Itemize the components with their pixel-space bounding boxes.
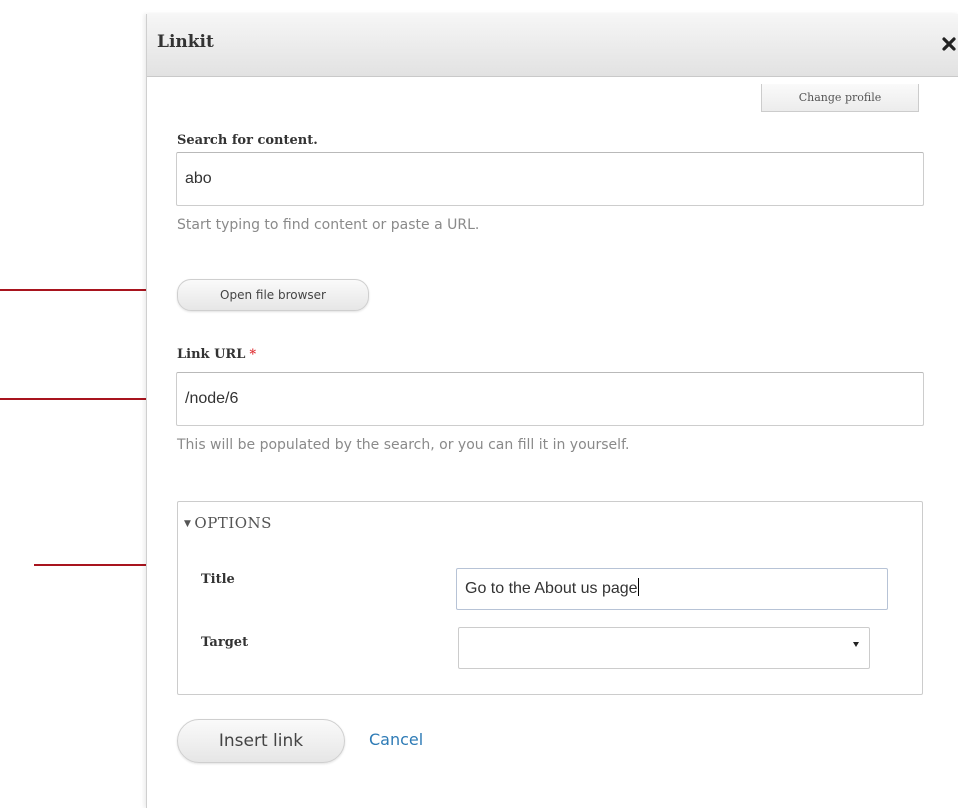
caret-down-icon: ▼ — [184, 519, 192, 529]
dialog-title: Linkit — [157, 32, 214, 52]
target-select[interactable] — [458, 627, 870, 669]
link-url-label: Link URL * — [177, 347, 256, 362]
title-input-value: Go to the About us page — [465, 580, 638, 597]
cancel-link[interactable]: Cancel — [369, 730, 423, 749]
target-label: Target — [201, 635, 249, 650]
title-input[interactable]: Go to the About us page — [456, 568, 888, 610]
search-input[interactable] — [176, 152, 924, 206]
link-url-description: This will be populated by the search, or… — [177, 437, 630, 453]
required-marker: * — [249, 347, 257, 362]
title-label: Title — [201, 572, 235, 587]
dialog-titlebar: Linkit — [147, 14, 958, 77]
search-label: Search for content. — [177, 133, 318, 148]
change-profile-button[interactable]: Change profile — [761, 84, 919, 112]
link-url-input[interactable] — [176, 372, 924, 426]
dropdown-arrow-icon — [853, 642, 859, 647]
screenshot-stage: Linkit Change profile Search for content… — [0, 0, 958, 808]
text-cursor — [637, 578, 639, 596]
insert-link-button[interactable]: Insert link — [177, 719, 345, 763]
linkit-dialog: Linkit Change profile Search for content… — [146, 14, 958, 808]
options-legend: OPTIONS — [194, 514, 272, 532]
search-description: Start typing to find content or paste a … — [177, 217, 480, 233]
options-fieldset: ▼ OPTIONS Title Go to the About us page T… — [177, 501, 923, 695]
link-url-label-text: Link URL — [177, 347, 246, 362]
open-file-browser-button[interactable]: Open file browser — [177, 279, 369, 311]
close-icon[interactable] — [941, 36, 957, 52]
options-toggle[interactable]: ▼ OPTIONS — [184, 514, 272, 532]
